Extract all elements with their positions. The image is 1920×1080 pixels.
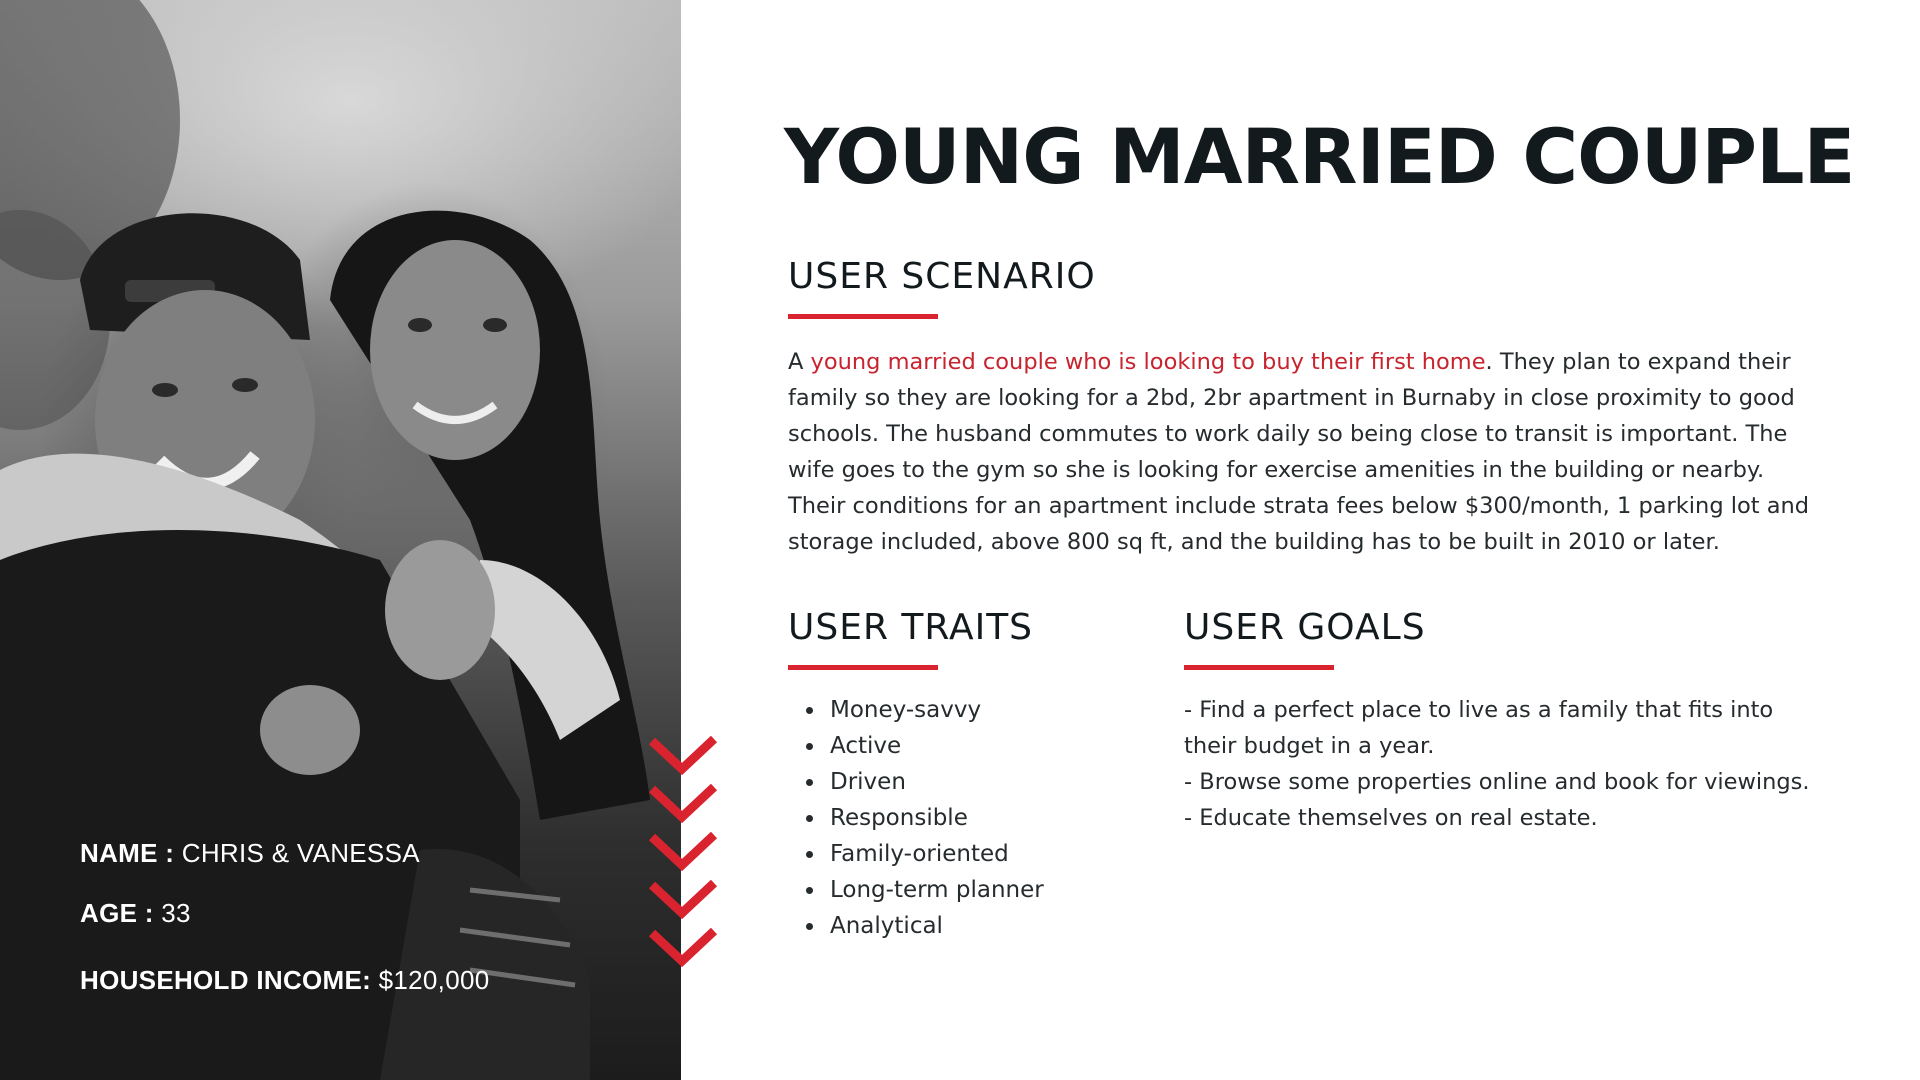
goals-list: - Find a perfect place to live as a fami…	[1184, 692, 1824, 836]
chevron-down-icon	[648, 927, 718, 968]
couple-photo: NAME : CHRIS & VANESSA AGE : 33 HOUSEHOL…	[0, 0, 681, 1080]
age-row: AGE : 33	[80, 898, 191, 929]
list-item: Money-savvy	[788, 692, 1044, 728]
list-item: Driven	[788, 764, 1044, 800]
list-item: Responsible	[788, 800, 1044, 836]
chevron-stack	[648, 735, 718, 968]
chevron-down-icon	[648, 879, 718, 920]
chevron-down-icon	[648, 735, 718, 776]
income-row: HOUSEHOLD INCOME: $120,000	[80, 965, 489, 996]
chevron-down-icon	[648, 831, 718, 872]
list-item: - Find a perfect place to live as a fami…	[1184, 697, 1774, 759]
scenario-body: . They plan to expand their family so th…	[788, 349, 1810, 555]
list-item: Family-oriented	[788, 836, 1044, 872]
name-label: NAME :	[80, 838, 175, 868]
traits-heading: USER TRAITS	[788, 607, 1034, 648]
name-row: NAME : CHRIS & VANESSA	[80, 838, 420, 869]
traits-underline	[788, 665, 938, 670]
list-item: Active	[788, 728, 1044, 764]
name-value: CHRIS & VANESSA	[181, 838, 420, 868]
scenario-lead: A	[788, 349, 811, 375]
goals-underline	[1184, 665, 1334, 670]
scenario-underline	[788, 314, 938, 319]
chevron-down-icon	[648, 783, 718, 824]
page-title: YOUNG MARRIED COUPLE	[784, 112, 1855, 201]
income-value: $120,000	[378, 965, 490, 995]
scenario-heading: USER SCENARIO	[788, 256, 1096, 297]
traits-list: Money-savvy Active Driven Responsible Fa…	[788, 692, 1044, 944]
list-item: Analytical	[788, 908, 1044, 944]
scenario-highlight: young married couple who is looking to b…	[810, 349, 1486, 375]
list-item: Long-term planner	[788, 872, 1044, 908]
goals-heading: USER GOALS	[1184, 607, 1426, 648]
income-label: HOUSEHOLD INCOME:	[80, 965, 372, 995]
list-item: - Educate themselves on real estate.	[1184, 805, 1598, 831]
scenario-text: A young married couple who is looking to…	[788, 344, 1818, 560]
age-value: 33	[161, 898, 191, 928]
list-item: - Browse some properties online and book…	[1184, 769, 1810, 795]
age-label: AGE :	[80, 898, 154, 928]
